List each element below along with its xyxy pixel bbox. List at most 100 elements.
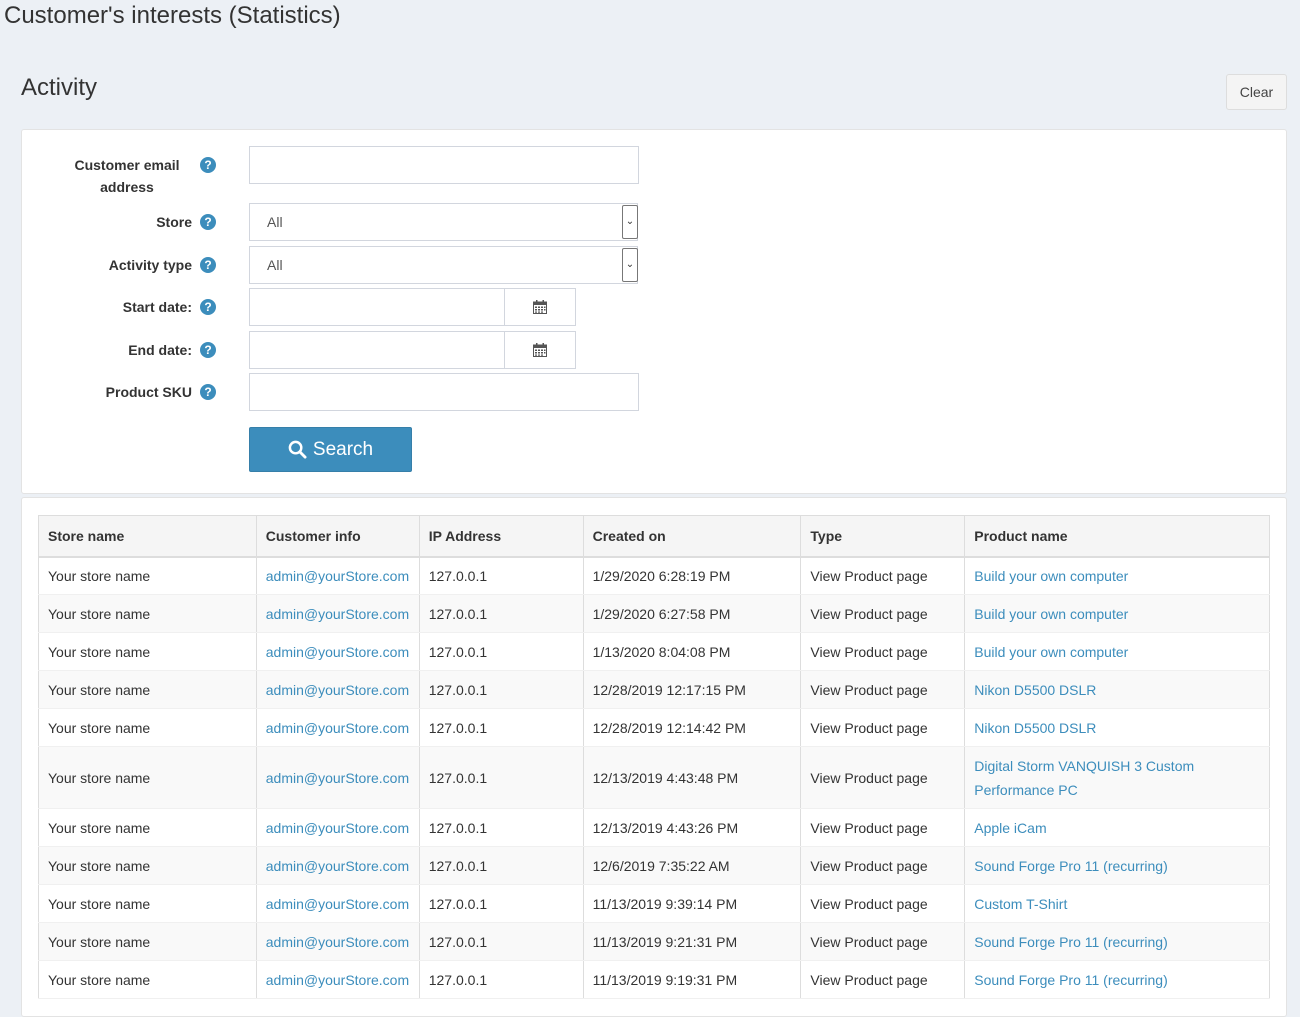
- ip-address-cell: 127.0.0.1: [428, 971, 488, 988]
- product-name-link[interactable]: Digital Storm VANQUISH 3 Custom Performa…: [974, 758, 1194, 798]
- activity-type-select[interactable]: All ⌄: [249, 246, 638, 284]
- product-name-link[interactable]: Nikon D5500 DSLR: [974, 720, 1096, 736]
- product-name-link[interactable]: Sound Forge Pro 11 (recurring): [974, 858, 1168, 874]
- store-select[interactable]: All ⌄: [249, 203, 638, 241]
- ip-address-cell: 127.0.0.1: [418, 594, 584, 633]
- customer-email-link[interactable]: admin@yourStore.com: [266, 644, 409, 660]
- table-header-row: Store name Customer info IP Address Crea…: [38, 515, 1270, 558]
- customer-email-link[interactable]: admin@yourStore.com: [266, 720, 409, 736]
- created-on-cell: 1/29/2020 6:28:19 PM: [592, 567, 731, 584]
- question-circle-icon[interactable]: ?: [200, 299, 216, 315]
- table-row: Your store name admin@yourStore.com 127.0.…: [38, 884, 1270, 923]
- filter-panel: Customer email address ? Store ? All ⌄ A…: [21, 129, 1287, 494]
- product-name-link[interactable]: Build your own computer: [974, 606, 1128, 622]
- column-header-ip-address[interactable]: IP Address: [418, 515, 584, 558]
- customer-email-cell: admin@yourStore.com: [255, 846, 420, 885]
- ip-address-cell: 127.0.0.1: [428, 605, 488, 622]
- ip-address-cell: 127.0.0.1: [418, 708, 584, 747]
- question-circle-icon[interactable]: ?: [200, 157, 216, 173]
- product-name-cell: Sound Forge Pro 11 (recurring): [964, 922, 1270, 961]
- question-circle-icon[interactable]: ?: [200, 257, 216, 273]
- search-icon: [288, 440, 307, 459]
- column-header-store-name[interactable]: Store name: [38, 515, 257, 558]
- calendar-icon: [533, 343, 547, 357]
- ip-address-cell: 127.0.0.1: [418, 556, 584, 595]
- customer-email-link[interactable]: admin@yourStore.com: [266, 972, 409, 988]
- ip-address-cell: 127.0.0.1: [428, 895, 488, 912]
- type-cell: View Product page: [800, 708, 966, 747]
- clear-button[interactable]: Clear: [1226, 74, 1287, 110]
- question-circle-icon[interactable]: ?: [200, 342, 216, 358]
- results-panel: Store name Customer info IP Address Crea…: [21, 497, 1287, 1017]
- store-name-cell: Your store name: [48, 567, 151, 584]
- type-cell: View Product page: [800, 670, 966, 709]
- customer-email-link[interactable]: admin@yourStore.com: [266, 682, 409, 698]
- table-row: Your store name admin@yourStore.com 127.0.…: [38, 708, 1270, 747]
- column-header-product-name[interactable]: Product name: [964, 515, 1270, 558]
- chevron-down-icon: ⌄: [622, 248, 638, 282]
- type-cell: View Product page: [810, 819, 928, 836]
- store-name-cell: Your store name: [38, 670, 257, 709]
- store-name-cell: Your store name: [48, 895, 151, 912]
- ip-address-cell: 127.0.0.1: [418, 922, 584, 961]
- email-field[interactable]: [249, 146, 639, 184]
- customer-email-link[interactable]: admin@yourStore.com: [266, 820, 409, 836]
- created-on-cell: 11/13/2019 9:21:31 PM: [582, 922, 802, 961]
- type-cell: View Product page: [810, 567, 928, 584]
- ip-address-cell: 127.0.0.1: [428, 719, 488, 736]
- question-circle-icon[interactable]: ?: [200, 214, 216, 230]
- type-cell: View Product page: [800, 632, 966, 671]
- created-on-cell: 12/28/2019 12:17:15 PM: [582, 670, 802, 709]
- type-cell: View Product page: [800, 556, 966, 595]
- customer-email-link[interactable]: admin@yourStore.com: [266, 568, 409, 584]
- product-name-link[interactable]: Nikon D5500 DSLR: [974, 682, 1096, 698]
- table-row: Your store name admin@yourStore.com 127.0.…: [38, 846, 1270, 885]
- calendar-icon: [533, 300, 547, 314]
- store-name-cell: Your store name: [38, 746, 257, 809]
- column-header-created-on[interactable]: Created on: [582, 515, 802, 558]
- type-cell: View Product page: [800, 922, 966, 961]
- start-date-input[interactable]: [249, 288, 505, 326]
- product-name-cell: Digital Storm VANQUISH 3 Custom Performa…: [964, 746, 1270, 809]
- product-name-link[interactable]: Build your own computer: [974, 568, 1128, 584]
- type-cell: View Product page: [800, 960, 966, 999]
- product-name-link[interactable]: Sound Forge Pro 11 (recurring): [974, 972, 1168, 988]
- customer-email-link[interactable]: admin@yourStore.com: [266, 896, 409, 912]
- created-on-cell: 1/29/2020 6:27:58 PM: [582, 594, 802, 633]
- ip-address-cell: 127.0.0.1: [418, 808, 584, 847]
- search-button[interactable]: Search: [249, 427, 412, 472]
- customer-email-link[interactable]: admin@yourStore.com: [266, 770, 409, 786]
- store-label: Store: [156, 214, 192, 230]
- type-cell: View Product page: [810, 971, 928, 988]
- type-cell: View Product page: [810, 769, 928, 786]
- ip-address-cell: 127.0.0.1: [418, 746, 584, 809]
- customer-email-link[interactable]: admin@yourStore.com: [266, 858, 409, 874]
- activity-table: Store name Customer info IP Address Crea…: [38, 515, 1270, 999]
- column-header-type[interactable]: Type: [800, 515, 966, 558]
- end-date-input[interactable]: [249, 331, 505, 369]
- product-name-link[interactable]: Custom T-Shirt: [974, 896, 1067, 912]
- type-cell: View Product page: [810, 933, 928, 950]
- start-date-picker-button[interactable]: [504, 288, 576, 326]
- customer-email-cell: admin@yourStore.com: [255, 960, 420, 999]
- product-name-link[interactable]: Build your own computer: [974, 644, 1128, 660]
- table-row: Your store name admin@yourStore.com 127.0.…: [38, 746, 1270, 809]
- store-name-cell: Your store name: [48, 681, 151, 698]
- product-name-cell: Custom T-Shirt: [964, 884, 1270, 923]
- customer-email-cell: admin@yourStore.com: [255, 670, 420, 709]
- question-circle-icon[interactable]: ?: [200, 384, 216, 400]
- start-date-label: Start date:: [122, 299, 192, 315]
- product-name-link[interactable]: Apple iCam: [974, 820, 1046, 836]
- end-date-picker-button[interactable]: [504, 331, 576, 369]
- store-name-cell: Your store name: [48, 769, 151, 786]
- customer-email-link[interactable]: admin@yourStore.com: [266, 606, 409, 622]
- sku-field[interactable]: [249, 373, 639, 411]
- ip-address-cell: 127.0.0.1: [418, 884, 584, 923]
- created-on-cell: 12/13/2019 4:43:26 PM: [582, 808, 802, 847]
- created-on-cell: 12/13/2019 4:43:48 PM: [582, 746, 802, 809]
- product-name-link[interactable]: Sound Forge Pro 11 (recurring): [974, 934, 1168, 950]
- column-header-customer-info[interactable]: Customer info: [255, 515, 420, 558]
- created-on-cell: 12/13/2019 4:43:48 PM: [592, 769, 739, 786]
- customer-email-link[interactable]: admin@yourStore.com: [266, 934, 409, 950]
- ip-address-cell: 127.0.0.1: [428, 643, 488, 660]
